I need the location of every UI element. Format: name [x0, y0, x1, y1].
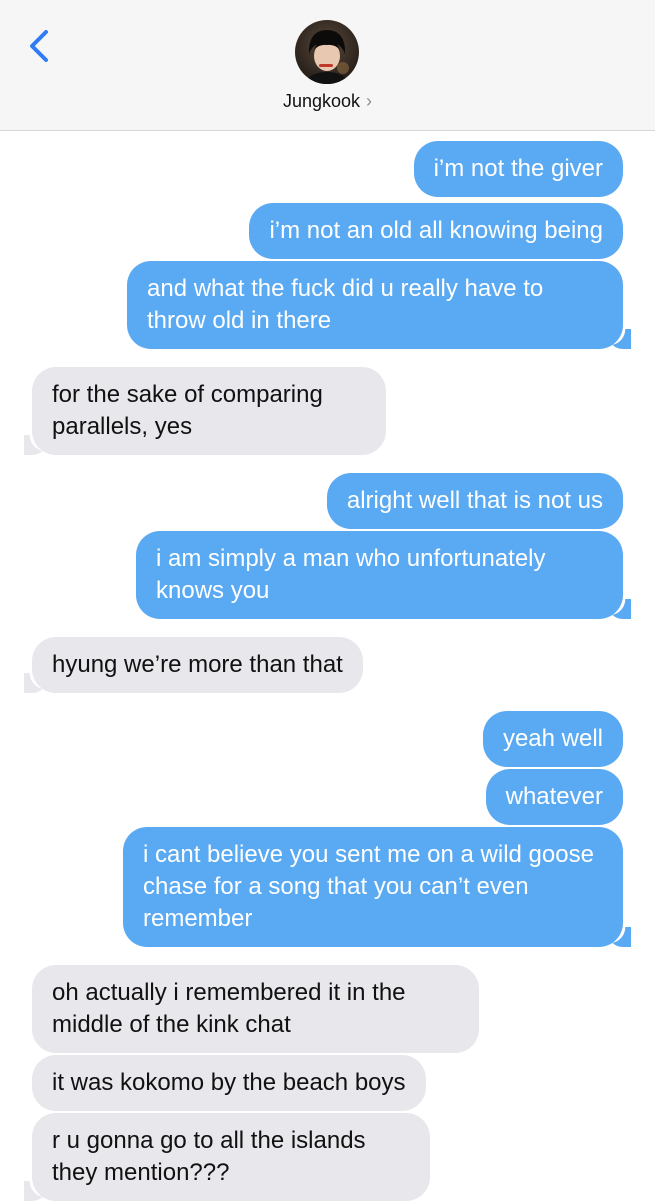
- message-row: whatever: [0, 769, 655, 825]
- message-thread[interactable]: i’m not the giver i’m not an old all kno…: [0, 141, 655, 1201]
- contact-avatar[interactable]: [295, 20, 359, 84]
- outgoing-message[interactable]: i cant believe you sent me on a wild goo…: [123, 827, 631, 947]
- chevron-left-icon: [30, 30, 48, 62]
- outgoing-message[interactable]: whatever: [485, 769, 623, 825]
- outgoing-message[interactable]: yeah well: [482, 711, 623, 767]
- message-row: i’m not an old all knowing being: [0, 203, 655, 259]
- incoming-message[interactable]: for the sake of comparing parallels, yes: [24, 367, 386, 455]
- outgoing-message[interactable]: i am simply a man who unfortunately know…: [136, 531, 631, 619]
- message-row: i cant believe you sent me on a wild goo…: [0, 827, 655, 947]
- contact-name: Jungkook: [282, 91, 361, 111]
- contact-name-button[interactable]: Jungkook ›: [0, 91, 655, 112]
- message-row: hyung we’re more than that: [0, 637, 655, 693]
- incoming-message[interactable]: it was kokomo by the beach boys: [32, 1055, 426, 1111]
- chevron-right-icon: ›: [366, 91, 373, 111]
- message-row: i am simply a man who unfortunately know…: [0, 531, 655, 619]
- back-button[interactable]: [24, 26, 54, 66]
- conversation-header: Jungkook ›: [0, 0, 655, 131]
- message-row: yeah well: [0, 711, 655, 767]
- message-row: r u gonna go to all the islands they men…: [0, 1113, 655, 1201]
- message-row: it was kokomo by the beach boys: [0, 1055, 655, 1111]
- outgoing-message[interactable]: and what the fuck did u really have to t…: [127, 261, 631, 349]
- incoming-message[interactable]: oh actually i remembered it in the middl…: [32, 965, 479, 1053]
- message-row: oh actually i remembered it in the middl…: [0, 965, 655, 1053]
- message-row: i’m not the giver: [0, 141, 655, 197]
- message-row: alright well that is not us: [0, 473, 655, 529]
- outgoing-message[interactable]: i’m not an old all knowing being: [249, 203, 623, 259]
- outgoing-message[interactable]: alright well that is not us: [326, 473, 623, 529]
- incoming-message[interactable]: hyung we’re more than that: [24, 637, 363, 693]
- incoming-message[interactable]: r u gonna go to all the islands they men…: [24, 1113, 430, 1201]
- outgoing-message[interactable]: i’m not the giver: [413, 141, 623, 197]
- message-row: for the sake of comparing parallels, yes: [0, 367, 655, 455]
- message-row: and what the fuck did u really have to t…: [0, 261, 655, 349]
